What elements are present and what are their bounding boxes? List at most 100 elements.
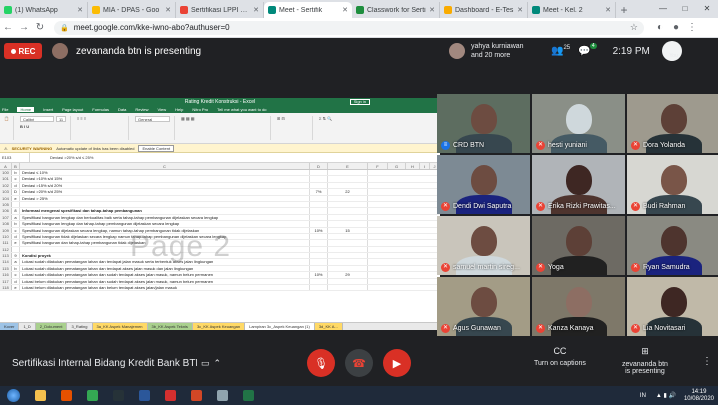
cell-weight[interactable] — [310, 201, 328, 208]
tab-close-icon[interactable]: ✕ — [342, 6, 348, 14]
sheet-tab[interactable]: 3a_KK Aspek Manajemen — [92, 322, 148, 330]
cell-weight[interactable] — [310, 182, 328, 189]
conditional-formatting-icon[interactable]: ▦ ▦ ▦ — [181, 116, 266, 121]
align-icons[interactable]: ≡ ≡ ≡ — [77, 116, 124, 121]
minimize-button[interactable]: — — [652, 0, 674, 18]
self-avatar[interactable]: You — [661, 41, 682, 61]
row-number[interactable]: 109 — [0, 227, 12, 233]
excel-menu-item[interactable]: Page layout — [62, 107, 83, 112]
cell-weight[interactable]: 10% — [310, 272, 328, 278]
back-arrow-icon[interactable]: ← — [0, 22, 16, 33]
cell-score[interactable] — [328, 253, 368, 259]
taskbar-app-explorer[interactable] — [28, 387, 52, 404]
cell-score[interactable] — [328, 259, 368, 265]
cell-score[interactable] — [328, 214, 368, 221]
participant-tile[interactable]: ✕ hesti yuniani — [532, 94, 625, 153]
sheet-tab[interactable]: 3b_KK Aspek Teknis — [147, 322, 193, 330]
cell-weight[interactable] — [310, 253, 328, 259]
sheet-tab[interactable]: Lampiran 3c_Aspek Keuangan (1) — [245, 322, 315, 330]
cell-description[interactable]: Spesifikasi bangunan dijelaskan secara l… — [20, 227, 310, 233]
cell-weight[interactable] — [310, 214, 328, 221]
excel-menu-item[interactable]: View — [158, 107, 167, 112]
font-name-select[interactable]: Calibri — [19, 116, 54, 122]
cell-description[interactable]: Deviasi >15% s/d 20% — [20, 182, 310, 189]
cell-description[interactable]: Spesifikasi bangunan dan tahap-tahap pem… — [20, 240, 310, 246]
excel-menu-item[interactable]: Help — [175, 107, 183, 112]
cell-weight[interactable] — [310, 221, 328, 227]
chevron-up-icon[interactable]: ⌃ — [214, 358, 222, 369]
cell-description[interactable] — [20, 246, 310, 253]
cell-description[interactable]: Spesifikasi bangunan lengkap dan tahap-t… — [20, 221, 310, 227]
row-number[interactable]: 112 — [0, 246, 12, 253]
cell-index[interactable]: b — [12, 170, 20, 176]
cell-description[interactable]: Lokasi belum dilakukan pematangan lahan … — [20, 278, 310, 285]
leave-call-button[interactable]: ☎ — [345, 349, 373, 377]
cell-score[interactable] — [328, 182, 368, 189]
column-header[interactable]: E — [328, 163, 368, 169]
participant-tile[interactable]: ✕ Kanza Kanaya — [532, 277, 625, 336]
cell-description[interactable]: Lokasi sudah dilakukan pematangan lahan … — [20, 259, 310, 265]
row-number[interactable]: 106 — [0, 208, 12, 214]
cell-index[interactable]: d — [12, 182, 20, 189]
number-format-select[interactable]: General — [134, 116, 170, 122]
cell-weight[interactable] — [310, 208, 328, 214]
cell-score[interactable] — [328, 278, 368, 285]
cell-description[interactable] — [20, 201, 310, 208]
cell-score[interactable] — [328, 195, 368, 201]
cell-score[interactable] — [328, 208, 368, 214]
cell-weight[interactable] — [310, 278, 328, 285]
excel-menu-item[interactable]: Review — [135, 107, 148, 112]
insert-delete-icon[interactable]: ⊞ ⊟ — [277, 116, 308, 121]
cell-description[interactable]: Informasi mengenai spesifikasi dan tahap… — [20, 208, 310, 214]
cell-weight[interactable]: 7% — [310, 189, 328, 195]
row-number[interactable]: 118 — [0, 285, 12, 291]
cell-weight[interactable] — [310, 176, 328, 182]
participant-tile[interactable]: ✕ Ryan Samudra — [627, 216, 718, 275]
participants-summary[interactable]: yahya kurniawan and 20 more — [471, 42, 543, 60]
cell-score[interactable] — [328, 170, 368, 176]
taskbar-app-windows-media[interactable] — [54, 387, 78, 404]
extension-icon[interactable]: ◐ — [652, 22, 668, 33]
cell-index[interactable] — [12, 246, 20, 253]
sheet-tab[interactable]: 1_D — [19, 322, 36, 330]
cell-weight[interactable] — [310, 195, 328, 201]
camera-button[interactable]: ▶ — [383, 349, 411, 377]
taskbar-app-excel[interactable] — [236, 387, 260, 404]
tab-close-icon[interactable]: ✕ — [605, 6, 611, 14]
present-button[interactable]: ⊞ zevananda btn is presenting — [622, 346, 668, 375]
cell-description[interactable]: Spesifikasi bangunan lengkap dan berkual… — [20, 214, 310, 221]
row-number[interactable]: 105 — [0, 201, 12, 208]
row-number[interactable]: 101 — [0, 176, 12, 182]
start-button[interactable] — [0, 386, 26, 405]
name-box[interactable]: E103 — [0, 153, 30, 162]
row-number[interactable]: 104 — [0, 195, 12, 201]
browser-tab[interactable]: Sertifikasi LPPI Exec ✕ — [176, 2, 264, 18]
row-number[interactable]: 103 — [0, 189, 12, 195]
cell-index[interactable]: c — [12, 272, 20, 278]
excel-menu-item[interactable]: Nitro Pro — [192, 107, 208, 112]
bold-italic-underline-icons[interactable]: B I U — [20, 124, 66, 129]
cell-index[interactable]: 9 — [12, 253, 20, 259]
spreadsheet-grid[interactable]: 100 b Deviasi ≤ 10% 101 c Deviasi >10% s/d 15… — [0, 170, 440, 300]
column-header[interactable]: F — [368, 163, 388, 169]
cell-score[interactable] — [328, 201, 368, 208]
column-header[interactable]: A — [0, 163, 12, 169]
cell-description[interactable]: Deviasi ≤ 10% — [20, 170, 310, 176]
excel-menu-item[interactable]: File — [2, 107, 8, 112]
forward-arrow-icon[interactable]: → — [16, 22, 32, 33]
cell-score[interactable] — [328, 265, 368, 272]
cell-description[interactable]: Lokasi sudah dilakukan pematangan lahan … — [20, 265, 310, 272]
excel-menu-item[interactable]: Insert — [43, 107, 53, 112]
maximize-button[interactable]: □ — [674, 0, 696, 18]
row-number[interactable]: 113 — [0, 253, 12, 259]
reload-icon[interactable]: ↻ — [32, 22, 48, 33]
tab-close-icon[interactable]: ✕ — [77, 6, 83, 14]
participant-tile[interactable]: ✕ Dora Yolanda — [627, 94, 718, 153]
cell-score[interactable]: 15 — [328, 227, 368, 233]
cell-weight[interactable] — [310, 170, 328, 176]
cell-score[interactable]: 22 — [328, 189, 368, 195]
sheet-tab[interactable]: Kover — [0, 322, 20, 330]
sheet-tab[interactable]: 3c_KK Aspek Keuangan — [192, 322, 246, 330]
cell-index[interactable]: b — [12, 265, 20, 272]
sheet-tab[interactable]: 3_Rating — [67, 322, 93, 330]
